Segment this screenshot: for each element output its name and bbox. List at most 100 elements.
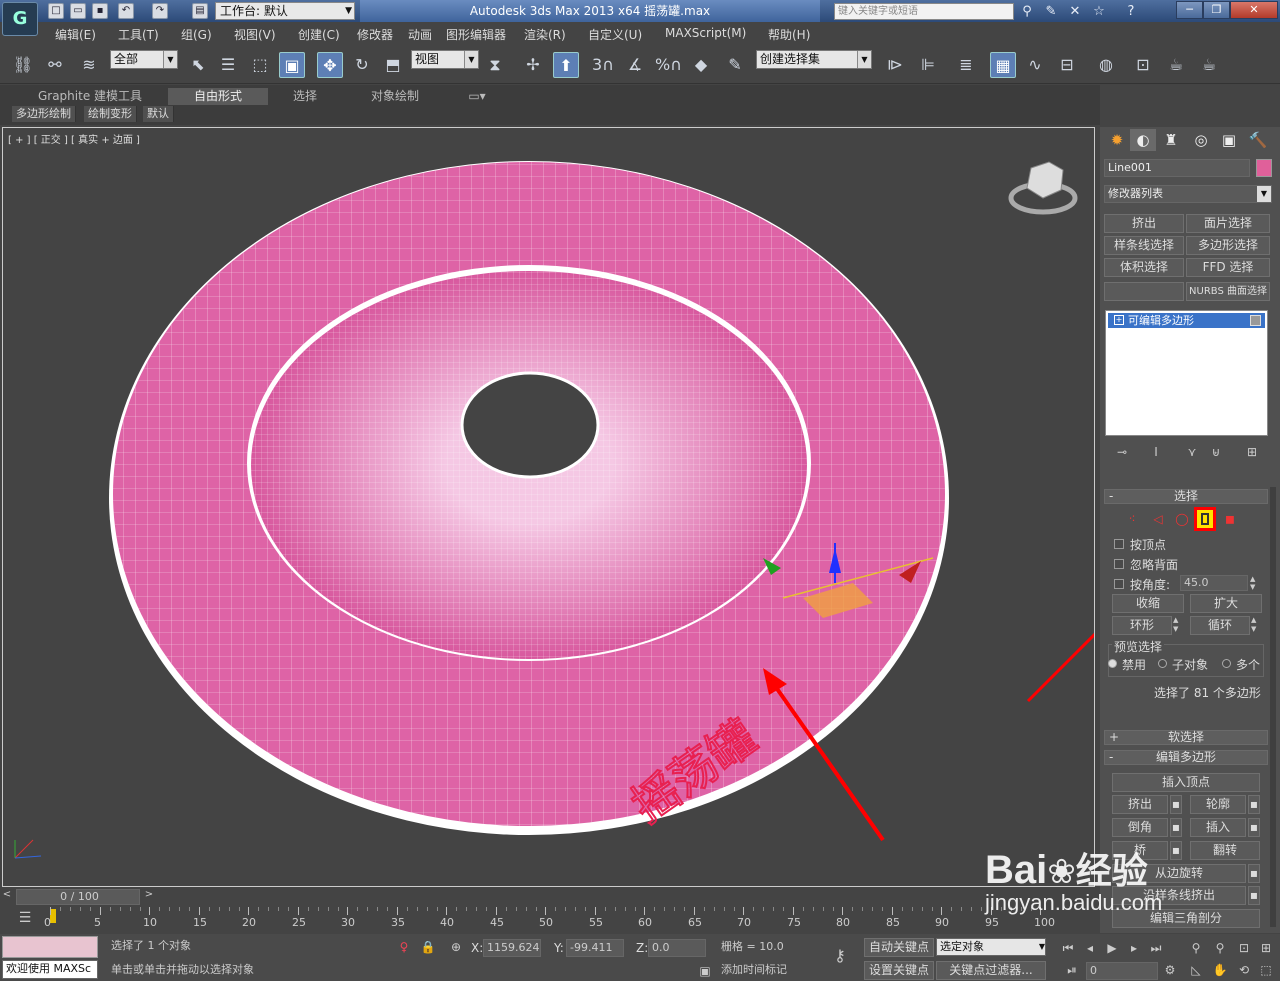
key-mode-toggle-icon[interactable]: ⏯ bbox=[1064, 962, 1080, 978]
modifier-empty-button[interactable] bbox=[1104, 282, 1184, 301]
communication-icon[interactable]: ✎ bbox=[1042, 3, 1060, 20]
schematic-view-icon[interactable]: ⊟ bbox=[1054, 52, 1080, 78]
pivot-center-icon[interactable]: ⧗ bbox=[482, 52, 508, 78]
go-to-end-icon[interactable]: ⏭ bbox=[1148, 940, 1164, 956]
subtab-paint-deform[interactable]: 绘制变形 bbox=[84, 106, 137, 122]
zoom-extents-all-icon[interactable]: ⊞ bbox=[1258, 940, 1274, 956]
time-config-icon[interactable]: ⚙ bbox=[1162, 962, 1178, 978]
ribbon-options-icon[interactable]: ▭▾ bbox=[462, 88, 492, 105]
inset-settings-icon[interactable]: ▪ bbox=[1248, 818, 1260, 837]
menu-tools[interactable]: 工具(T) bbox=[118, 26, 159, 43]
menu-animation[interactable]: 动画 bbox=[408, 26, 432, 43]
shrink-button[interactable]: 收缩 bbox=[1112, 594, 1184, 613]
x-coordinate-input[interactable]: 1159.624 bbox=[483, 939, 541, 957]
zoom-extents-icon[interactable]: ⊡ bbox=[1236, 940, 1252, 956]
bridge-settings-icon[interactable]: ▪ bbox=[1170, 841, 1182, 860]
ring-button[interactable]: 环形 bbox=[1112, 616, 1172, 635]
extrude-settings-icon[interactable]: ▪ bbox=[1170, 795, 1182, 814]
soft-selection-rollout-header[interactable]: + 软选择 bbox=[1104, 730, 1268, 745]
modifier-patch-select-button[interactable]: 面片选择 bbox=[1186, 214, 1270, 233]
link-icon[interactable]: ⛓ bbox=[10, 52, 36, 78]
key-icon[interactable]: ⚷ bbox=[832, 948, 848, 964]
workspace-dropdown[interactable]: 工作台: 默认 ▼ bbox=[215, 2, 355, 20]
by-vertex-checkbox[interactable] bbox=[1114, 539, 1124, 549]
show-end-result-icon[interactable]: Ι bbox=[1148, 444, 1164, 460]
isolate-selection-icon[interactable]: ♀ bbox=[396, 939, 412, 955]
undo-icon[interactable]: ↶ bbox=[118, 3, 134, 19]
element-subobject-icon[interactable]: ◼ bbox=[1222, 511, 1238, 527]
flip-button[interactable]: 翻转 bbox=[1190, 841, 1260, 860]
menu-rendering[interactable]: 渲染(R) bbox=[524, 26, 566, 43]
z-coordinate-input[interactable]: 0.0 bbox=[648, 939, 706, 957]
select-object-icon[interactable]: ⬉ bbox=[185, 52, 211, 78]
ring-spinner-icon[interactable]: ▲ ▼ bbox=[1173, 616, 1183, 635]
zoom-all-icon[interactable]: ⚲ bbox=[1212, 940, 1228, 956]
window-crossing-icon[interactable]: ▣ bbox=[279, 52, 305, 78]
maxscript-listener-mini[interactable] bbox=[2, 936, 98, 958]
grow-button[interactable]: 扩大 bbox=[1190, 594, 1262, 613]
save-file-icon[interactable]: ▪ bbox=[92, 3, 108, 19]
modifier-spline-select-button[interactable]: 样条线选择 bbox=[1104, 236, 1184, 255]
object-color-swatch[interactable] bbox=[1256, 159, 1272, 177]
keyboard-shortcut-override-icon[interactable]: ⬆ bbox=[553, 52, 579, 78]
selection-filter-dropdown[interactable]: 全部 ▼ bbox=[110, 50, 178, 69]
absolute-mode-icon[interactable]: ⊕ bbox=[448, 939, 464, 955]
angle-spinner-input[interactable]: 45.0 bbox=[1180, 575, 1248, 591]
menu-modifiers[interactable]: 修改器 bbox=[357, 26, 393, 43]
search-input[interactable]: 键入关键字或短语 bbox=[834, 3, 1014, 20]
edit-polygons-rollout-header[interactable]: - 编辑多边形 bbox=[1104, 750, 1268, 765]
subtab-polydraw[interactable]: 多边形绘制 bbox=[12, 106, 76, 122]
current-frame-input[interactable]: 0 bbox=[1086, 962, 1158, 980]
edge-subobject-icon[interactable]: ◁ bbox=[1150, 511, 1166, 527]
create-tab-icon[interactable]: ✹ bbox=[1104, 129, 1130, 151]
panel-scrollbar[interactable] bbox=[1270, 487, 1276, 927]
by-angle-checkbox[interactable] bbox=[1114, 579, 1124, 589]
menu-help[interactable]: 帮助(H) bbox=[768, 26, 810, 43]
named-selection-dropdown[interactable]: 创建选择集 ▼ bbox=[756, 50, 872, 69]
extrude-button[interactable]: 挤出 bbox=[1112, 795, 1168, 814]
extrude-along-settings-icon[interactable]: ▪ bbox=[1248, 886, 1260, 905]
render-setup-icon[interactable]: ⊡ bbox=[1130, 52, 1156, 78]
ignore-backface-checkbox[interactable] bbox=[1114, 559, 1124, 569]
select-rotate-icon[interactable]: ↻ bbox=[349, 52, 375, 78]
track-bar-ticks[interactable]: 0 5 10 15 20 25 30 35 40 45 50 55 60 65 70 75 80 85 90 95 10… bbox=[44, 907, 1055, 933]
render-frame-icon[interactable]: ☕ bbox=[1163, 52, 1189, 78]
select-move-icon[interactable]: ✥ bbox=[317, 52, 343, 78]
utilities-tab-icon[interactable]: 🔨 bbox=[1245, 129, 1271, 151]
open-file-icon[interactable]: ▭ bbox=[70, 3, 86, 19]
new-file-icon[interactable]: □ bbox=[48, 3, 64, 19]
motion-tab-icon[interactable]: ◎ bbox=[1188, 129, 1214, 151]
display-tab-icon[interactable]: ▣ bbox=[1216, 129, 1242, 151]
modifier-poly-select-button[interactable]: 多边形选择 bbox=[1186, 236, 1270, 255]
track-bar-icon[interactable]: ☰ bbox=[12, 910, 38, 930]
timeline-next-icon[interactable]: > bbox=[142, 889, 156, 905]
field-of-view-icon[interactable]: ◺ bbox=[1188, 962, 1204, 978]
outline-settings-icon[interactable]: ▪ bbox=[1248, 795, 1260, 814]
menu-maxscript[interactable]: MAXScript(M) bbox=[665, 26, 746, 40]
app-logo-icon[interactable]: G bbox=[2, 2, 38, 36]
vertex-subobject-icon[interactable]: ⁖ bbox=[1124, 511, 1140, 527]
preview-subobject-radio[interactable] bbox=[1158, 659, 1167, 668]
binoculars-icon[interactable]: ⚲ bbox=[1018, 3, 1036, 20]
orbit-icon[interactable]: ⟲ bbox=[1236, 962, 1252, 978]
select-scale-icon[interactable]: ⬒ bbox=[380, 52, 406, 78]
pin-stack-icon[interactable]: ⊸ bbox=[1114, 444, 1130, 460]
menu-edit[interactable]: 编辑(E) bbox=[55, 26, 96, 43]
timeline-prev-icon[interactable]: < bbox=[0, 889, 14, 905]
outline-button[interactable]: 轮廓 bbox=[1190, 795, 1246, 814]
angle-snap-icon[interactable]: ∡ bbox=[622, 52, 648, 78]
menu-customize[interactable]: 自定义(U) bbox=[588, 26, 642, 43]
next-frame-icon[interactable]: ▸ bbox=[1126, 940, 1142, 956]
y-coordinate-input[interactable]: -99.411 bbox=[566, 939, 624, 957]
previous-frame-icon[interactable]: ◂ bbox=[1082, 940, 1098, 956]
tab-graphite-modeling[interactable]: Graphite 建模工具 bbox=[30, 88, 150, 105]
bevel-settings-icon[interactable]: ▪ bbox=[1170, 818, 1182, 837]
unlink-icon[interactable]: ⚯ bbox=[42, 52, 68, 78]
minimize-button[interactable]: ─ bbox=[1176, 1, 1203, 19]
bevel-button[interactable]: 倒角 bbox=[1112, 818, 1168, 837]
viewcube-icon[interactable] bbox=[1008, 161, 1078, 215]
modifier-list-dropdown[interactable]: 修改器列表 ▼ bbox=[1104, 185, 1272, 203]
object-name-input[interactable]: Line001 bbox=[1104, 159, 1250, 177]
spinner-snap-icon[interactable]: ◆ bbox=[688, 52, 714, 78]
rect-selection-icon[interactable]: ⬚ bbox=[247, 52, 273, 78]
